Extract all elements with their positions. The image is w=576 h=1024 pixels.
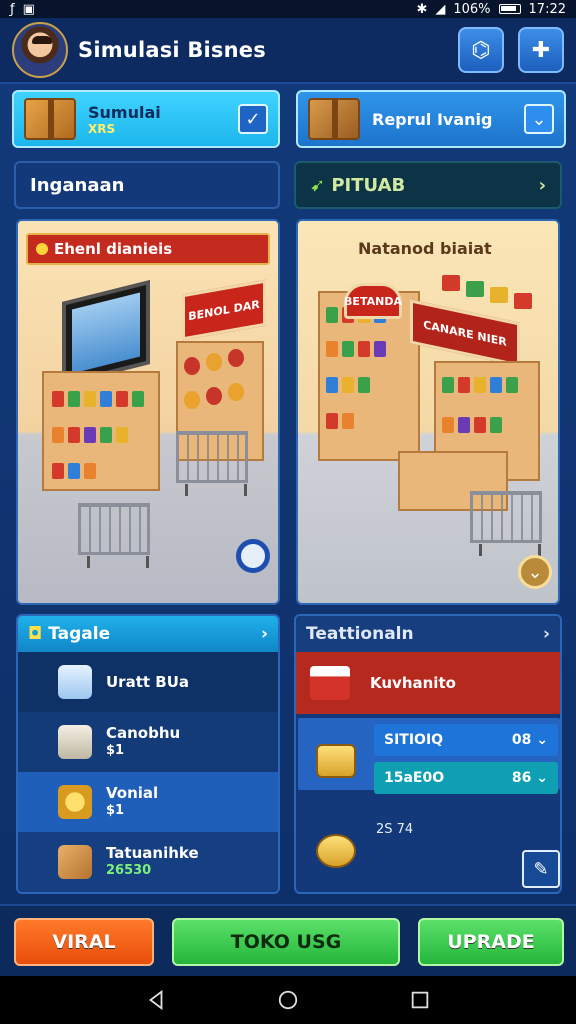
featured-label: Kuvhanito: [370, 674, 456, 692]
selector-name-2: Reprul Ivanig: [372, 109, 493, 129]
store-sign-3: CANARE NIER: [410, 299, 520, 367]
box-icon: [58, 845, 92, 879]
chevron-down-icon: ⌄: [536, 732, 548, 748]
panel-title: Tagale: [48, 624, 111, 644]
list-item[interactable]: Uratt BUa: [18, 652, 278, 712]
store-sign-2: BETANDA: [344, 283, 402, 319]
store-selector[interactable]: Reprul Ivanig ⌄: [296, 90, 566, 148]
list-item[interactable]: Vonial $1: [18, 772, 278, 832]
home-icon[interactable]: [277, 989, 299, 1011]
stat-pill[interactable]: 15aE0O 86 ⌄: [374, 762, 558, 794]
transaction-panel: Teattionaln › Kuvhanito SITIOIQ 08 ⌄ 15a…: [294, 614, 562, 894]
stat-pill[interactable]: SITIOIQ 08 ⌄: [374, 724, 558, 756]
list-item-label: Vonial: [106, 784, 159, 802]
cart-2: [176, 431, 248, 496]
list-item-label: Tatuanihke: [106, 844, 199, 862]
chart-icon: ⌬: [471, 37, 491, 63]
gold-coin-icon: [316, 744, 356, 778]
list-item-price: $1: [106, 803, 125, 818]
section-bar-right-label: PITUAB: [331, 174, 406, 196]
stat-label: SITIOIQ: [384, 732, 444, 748]
header: Simulasi Bisnes ⌬ ✚: [0, 18, 576, 84]
store-sign: BENOL DAR: [182, 279, 266, 341]
section-bar-left[interactable]: Inganaan: [14, 161, 280, 209]
puzzle-button[interactable]: ✚: [518, 27, 564, 73]
inventory-panel: ◘ Tagale › Uratt BUa Canobhu $1 Vonial $1 …: [16, 614, 280, 894]
panel-header[interactable]: Teattionaln ›: [296, 616, 560, 652]
signal-icon: ◢: [435, 1, 446, 17]
chevron-right-icon: ›: [260, 624, 268, 644]
edit-icon: ✎: [533, 858, 549, 880]
store-scene-right[interactable]: Natanod biaiat BETANDA CANARE NIER ⌄: [296, 219, 560, 605]
dropdown-chevron[interactable]: ⌄: [524, 104, 554, 134]
scene-banner: Ehenl dianieis: [26, 233, 270, 265]
panel-title: Teattionaln: [306, 624, 414, 644]
list-item-label: Uratt BUa: [106, 673, 189, 691]
coins-icon: [58, 785, 92, 819]
list-item-price: $1: [106, 743, 125, 758]
selector-name: Sumulai: [88, 102, 161, 122]
recents-icon[interactable]: [409, 989, 431, 1011]
action-bar: VIRAL TOKO USG UPRADE: [0, 904, 576, 976]
list-item[interactable]: Tatuanihke 26530: [18, 832, 278, 892]
box-icon: [308, 98, 360, 140]
selector-sub: XRS: [88, 121, 116, 136]
page-title: Simulasi Bisnes: [78, 38, 266, 62]
cart: [78, 503, 150, 568]
bag-icon: [58, 725, 92, 759]
stat-note: 2S 74: [376, 822, 414, 837]
scene-banner-text: Ehenl dianieis: [54, 240, 173, 258]
list-item-label: Canobhu: [106, 724, 181, 742]
store-button[interactable]: TOKO USG: [172, 918, 400, 966]
chevron-right-icon: ›: [542, 624, 550, 644]
section-bar-right[interactable]: ➹ PITUAB ›: [294, 161, 562, 209]
panel-header[interactable]: ◘ Tagale ›: [18, 616, 278, 652]
chart-button[interactable]: ⌬: [458, 27, 504, 73]
edit-button[interactable]: ✎: [522, 850, 560, 888]
upgrade-button[interactable]: UPRADE: [418, 918, 564, 966]
blender-icon: [310, 666, 350, 700]
back-icon[interactable]: [145, 989, 167, 1011]
jar-icon: [58, 665, 92, 699]
battery-percent: 106%: [453, 1, 491, 17]
location-pin-icon[interactable]: [236, 539, 270, 573]
crate-icon: [24, 98, 76, 140]
battery-icon: [498, 4, 521, 14]
tag-icon: ◘: [28, 624, 49, 644]
gear-coin-icon: [316, 834, 356, 868]
list-item-value: 26530: [106, 863, 152, 878]
puzzle-icon: ✚: [531, 37, 551, 63]
viral-button[interactable]: VIRAL: [14, 918, 154, 966]
nfc-icon: ✱: [416, 1, 428, 17]
chevron-right-icon: ›: [538, 174, 546, 196]
image-icon: ▣: [22, 1, 35, 17]
list-item[interactable]: Canobhu $1: [18, 712, 278, 772]
store-scene-left[interactable]: Ehenl dianieis BENOL DAR: [16, 219, 280, 605]
stat-value: 08: [511, 732, 532, 748]
featured-row[interactable]: Kuvhanito: [296, 652, 560, 714]
coin-icon: [36, 243, 48, 255]
product-selector[interactable]: Sumulai XRS ✓: [12, 90, 280, 148]
clock: 17:22: [528, 1, 566, 17]
checkbox[interactable]: ✓: [238, 104, 268, 134]
scene-title: Natanod biaiat: [358, 239, 492, 258]
facebook-icon: ƒ: [10, 1, 15, 17]
system-nav-bar: [0, 976, 576, 1024]
stat-label: 15aE0O: [384, 770, 445, 786]
leaf-icon: ➹: [310, 174, 332, 196]
status-bar: ƒ ▣ ✱ ◢ 106% 17:22: [0, 0, 576, 18]
chevron-down-icon: ⌄: [536, 770, 548, 786]
cart-3: [470, 491, 542, 556]
chevron-down-badge-icon[interactable]: ⌄: [518, 555, 552, 589]
avatar[interactable]: [12, 22, 68, 78]
stat-value: 86: [511, 770, 532, 786]
